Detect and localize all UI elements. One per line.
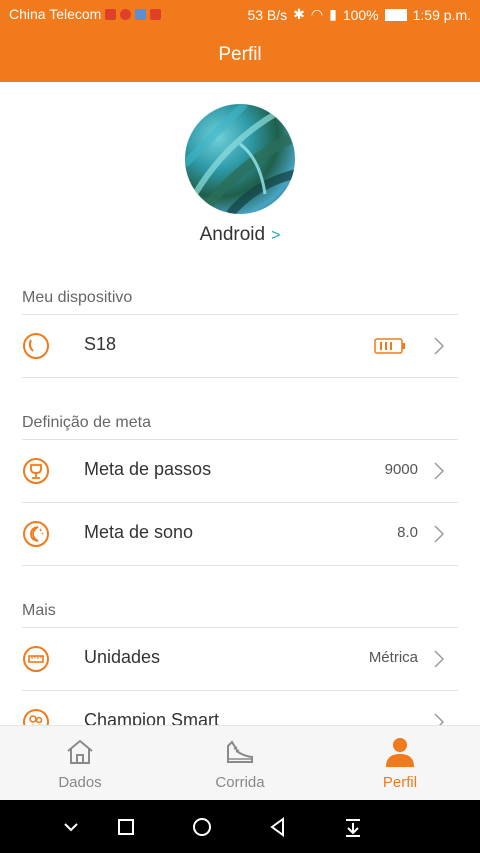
profile-content[interactable]: Android > Meu dispositivo S18 Definição d… [0,82,480,725]
chevron-right-icon [434,650,444,668]
bottom-nav: Dados Corrida Perfil [0,725,480,801]
sleep-goal-value: 8.0 [397,524,418,541]
section-title-goals: Definição de meta [22,414,151,431]
system-nav-bar [0,800,480,853]
people-icon [23,709,49,725]
champion-label: Champion Smart [84,710,220,725]
watch-icon [23,333,49,359]
nav-tab-perfil[interactable]: Perfil [320,726,480,801]
recents-button[interactable] [114,815,138,839]
back-button[interactable] [266,815,290,839]
notification-icon [105,8,117,20]
nav-tab-corrida[interactable]: Corrida [160,726,320,801]
moon-icon [23,521,49,547]
carrier-label: China Telecom [9,6,102,22]
chevron-right-icon [434,713,444,725]
champion-row[interactable]: Champion Smart [22,691,458,725]
notification-icon [150,8,162,20]
avatar[interactable] [185,104,295,214]
device-row[interactable]: S18 [22,315,458,377]
sleep-goal-label: Meta de sono [84,522,194,542]
steps-goal-row[interactable]: Meta de passos 9000 [22,440,458,502]
chevron-down-icon[interactable] [59,815,83,839]
notification-shade-icon[interactable] [341,815,365,839]
ruler-icon [23,646,49,672]
signal-icon: ▮ [329,6,337,22]
username-link[interactable]: Android > [0,224,480,246]
page-title: Perfil [218,44,262,65]
nav-label: Dados [58,774,102,791]
bluetooth-icon: ✱ [293,6,305,22]
status-bar-left: China Telecom [9,6,162,22]
battery-icon [384,8,407,21]
shoe-icon [227,740,253,763]
chevron-right-icon [434,462,444,480]
section-title-device: Meu dispositivo [22,289,133,306]
steps-goal-value: 9000 [384,461,418,478]
battery-percent: 100% [342,6,379,23]
home-icon [67,739,93,764]
notification-icon [135,8,147,20]
divider [22,377,458,378]
chevron-right-icon [434,525,444,543]
network-speed: 53 B/s [247,6,288,23]
status-bar: China Telecom 53 B/s ✱ ◠ ▮ 100% 1:59 p.m… [0,0,480,28]
nav-label: Perfil [382,774,418,791]
wifi-icon: ◠ [310,6,324,22]
clock: 1:59 p.m. [412,6,471,23]
battery-level-icon [374,338,405,354]
username: Android [199,224,266,245]
nav-label: Corrida [215,774,265,791]
steps-goal-label: Meta de passos [84,459,212,479]
sleep-goal-row[interactable]: Meta de sono 8.0 [22,503,458,565]
divider [22,565,458,566]
section-title-more: Mais [22,602,56,619]
units-row[interactable]: Unidades Métrica [22,628,458,690]
status-bar-right: 53 B/s ✱ ◠ ▮ 100% 1:59 p.m. [247,6,471,23]
device-name: S18 [84,334,117,354]
home-button[interactable] [190,815,214,839]
units-value: Métrica [368,649,418,666]
person-icon [386,738,414,767]
nav-tab-dados[interactable]: Dados [0,726,160,801]
trophy-icon [23,458,49,484]
avatar-image [185,104,295,214]
notification-icon [120,8,132,20]
chevron-right-icon: > [271,227,281,244]
units-label: Unidades [84,647,161,667]
app-bar: Perfil [0,28,480,82]
chevron-right-icon [434,337,444,355]
